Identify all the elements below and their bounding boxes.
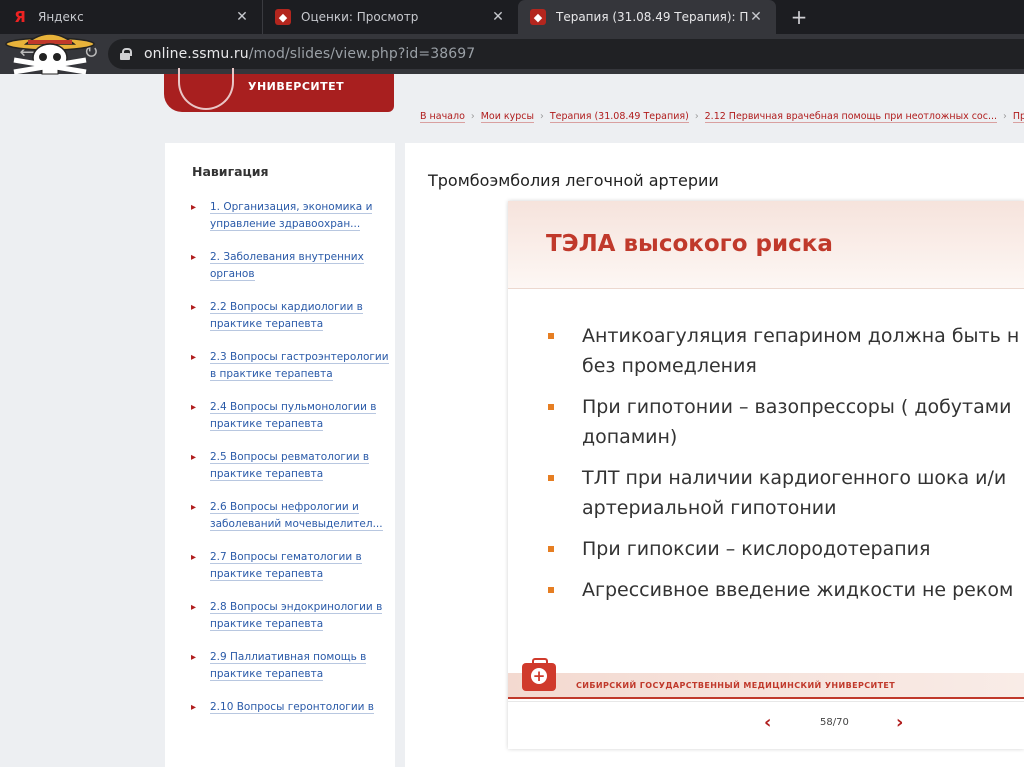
slide-pager: ‹ 58/70 › — [508, 701, 1024, 749]
nav-item-gastroenterology[interactable]: 2.3 Вопросы гастроэнтерологии в практике… — [191, 349, 391, 383]
nav-item-organization[interactable]: 1. Организация, экономика и управление з… — [191, 199, 391, 233]
navigation-block: Навигация 1. Организация, экономика и уп… — [165, 143, 395, 767]
slide-bullet: Агрессивное введение жидкости не реком — [546, 575, 1024, 605]
nav-item-label: 2.5 Вопросы ревматологии в практике тера… — [210, 451, 370, 481]
bullet-line: допамин) — [582, 426, 678, 448]
bullet-line: ТЛТ при наличии кардиогенного шока и/и — [582, 467, 1007, 489]
slide-bullet: ТЛТ при наличии кардиогенного шока и/и ар… — [546, 463, 1024, 523]
university-logo[interactable]: УНИВЕРСИТЕТ — [164, 68, 394, 112]
yandex-favicon-icon: Я — [14, 8, 26, 26]
browser-tab-bar: Я Яндекс ✕ ◆ Оценки: Просмотр ✕ ◆ Терапи… — [0, 0, 1024, 34]
url-input[interactable]: online.ssmu.ru/mod/slides/view.php?id=38… — [108, 39, 1024, 69]
close-tab-icon[interactable]: ✕ — [490, 9, 506, 25]
tab-title: Яндекс — [38, 10, 84, 24]
nav-item-cardiology[interactable]: 2.2 Вопросы кардиологии в практике терап… — [191, 299, 391, 333]
nav-item-label: 2.9 Паллиативная помощь в практике терап… — [210, 651, 367, 681]
navigation-title: Навигация — [192, 164, 269, 179]
nav-item-endocrinology[interactable]: 2.8 Вопросы эндокринологии в практике те… — [191, 599, 391, 633]
breadcrumb-presentations[interactable]: Презентации — [1012, 111, 1024, 123]
nav-item-label: 1. Организация, экономика и управление з… — [210, 201, 373, 231]
university-favicon-icon: ◆ — [530, 9, 546, 25]
new-tab-plus-icon[interactable]: + — [786, 4, 812, 30]
bullet-line: При гипотонии – вазопрессоры ( добутами — [582, 396, 1012, 418]
browser-tab-grades[interactable]: ◆ Оценки: Просмотр ✕ — [262, 0, 518, 34]
nav-item-label: 2.4 Вопросы пульмонологии в практике тер… — [210, 401, 377, 431]
breadcrumb-my-courses[interactable]: Мои курсы — [480, 111, 535, 123]
close-tab-icon[interactable]: ✕ — [748, 9, 764, 25]
breadcrumb-section[interactable]: 2.12 Первичная врачебная помощь при неот… — [704, 111, 998, 123]
tab-title: Оценки: Просмотр — [301, 10, 419, 24]
nav-item-gerontology[interactable]: 2.10 Вопросы геронтологии в — [191, 699, 391, 716]
browser-tab-therapy-active[interactable]: ◆ Терапия (31.08.49 Терапия): Про ✕ — [518, 0, 776, 34]
main-content: Тромбоэмболия легочной артерии ТЭЛА высо… — [405, 143, 1024, 767]
medical-kit-icon — [522, 658, 556, 691]
slide-bullet-list: Антикоагуляция гепарином должна быть н бе… — [546, 321, 1024, 616]
breadcrumb-separator: › — [540, 111, 544, 122]
nav-item-pulmonology[interactable]: 2.4 Вопросы пульмонологии в практике тер… — [191, 399, 391, 433]
breadcrumb-separator: › — [694, 111, 699, 122]
nav-item-rheumatology[interactable]: 2.5 Вопросы ревматологии в практике тера… — [191, 449, 391, 483]
nav-item-label: 2.2 Вопросы кардиологии в практике терап… — [210, 301, 363, 331]
previous-slide-button[interactable]: ‹ — [764, 712, 771, 733]
url-host: online.ssmu.ru — [144, 46, 249, 62]
logo-text: УНИВЕРСИТЕТ — [248, 80, 345, 93]
nav-item-label: 2.7 Вопросы гематологии в практике терап… — [210, 551, 362, 581]
nav-item-label: 2.8 Вопросы эндокринологии в практике те… — [210, 601, 383, 631]
nav-item-label: 2. Заболевания внутренних органов — [210, 251, 364, 281]
slide-footer: СИБИРСКИЙ ГОСУДАРСТВЕННЫЙ МЕДИЦИНСКИЙ УН… — [508, 658, 1024, 699]
nav-item-nephrology[interactable]: 2.6 Вопросы нефрологии и заболеваний моч… — [191, 499, 391, 533]
slide-bullet: При гипоксии – кислородотерапия — [546, 534, 1024, 564]
pirate-skull-icon — [5, 33, 95, 75]
nav-item-hematology[interactable]: 2.7 Вопросы гематологии в практике терап… — [191, 549, 391, 583]
bullet-line: артериальной гипотонии — [582, 497, 837, 519]
breadcrumb: В начало › Мои курсы › Терапия (31.08.49 Тер… — [420, 111, 1024, 127]
bullet-line: Агрессивное введение жидкости не реком — [582, 579, 1014, 601]
slide-footer-text: СИБИРСКИЙ ГОСУДАРСТВЕННЫЙ МЕДИЦИНСКИЙ УН… — [576, 681, 896, 690]
page-title: Тромбоэмболия легочной артерии — [428, 171, 719, 190]
url-text: online.ssmu.ru/mod/slides/view.php?id=38… — [144, 46, 475, 62]
next-slide-button[interactable]: › — [896, 712, 903, 733]
emblem-icon — [178, 68, 234, 110]
bullet-line: Антикоагуляция гепарином должна быть н — [582, 325, 1020, 347]
slide-bullet: При гипотонии – вазопрессоры ( добутами д… — [546, 392, 1024, 452]
browser-tab-yandex[interactable]: Я Яндекс ✕ — [0, 0, 262, 34]
url-path: /mod/slides/view.php?id=38697 — [248, 46, 476, 62]
nav-item-label: 2.10 Вопросы геронтологии в — [210, 701, 374, 714]
nav-item-label: 2.6 Вопросы нефрологии и заболеваний моч… — [210, 501, 383, 531]
lock-icon — [120, 48, 132, 60]
breadcrumb-home[interactable]: В начало — [420, 111, 465, 123]
slide-viewer: ТЭЛА высокого риска Антикоагуляция гепар… — [508, 201, 1024, 749]
breadcrumb-separator: › — [1003, 111, 1007, 122]
bullet-line: без промедления — [582, 355, 757, 377]
navigation-list: 1. Организация, экономика и управление з… — [191, 199, 391, 732]
slide-counter: 58/70 — [820, 717, 849, 728]
university-favicon-icon: ◆ — [275, 9, 291, 25]
tab-title: Терапия (31.08.49 Терапия): Про — [556, 10, 748, 24]
nav-item-label: 2.3 Вопросы гастроэнтерологии в практике… — [210, 351, 389, 381]
breadcrumb-course[interactable]: Терапия (31.08.49 Терапия) — [549, 111, 689, 123]
close-tab-icon[interactable]: ✕ — [234, 9, 250, 25]
nav-item-palliative[interactable]: 2.9 Паллиативная помощь в практике терап… — [191, 649, 391, 683]
slide-title: ТЭЛА высокого риска — [546, 231, 833, 257]
breadcrumb-separator: › — [470, 111, 475, 122]
bullet-line: При гипоксии – кислородотерапия — [582, 538, 931, 560]
slide-header: ТЭЛА высокого риска — [508, 201, 1024, 289]
slide-bullet: Антикоагуляция гепарином должна быть н бе… — [546, 321, 1024, 381]
nav-item-internal-diseases[interactable]: 2. Заболевания внутренних органов — [191, 249, 391, 283]
